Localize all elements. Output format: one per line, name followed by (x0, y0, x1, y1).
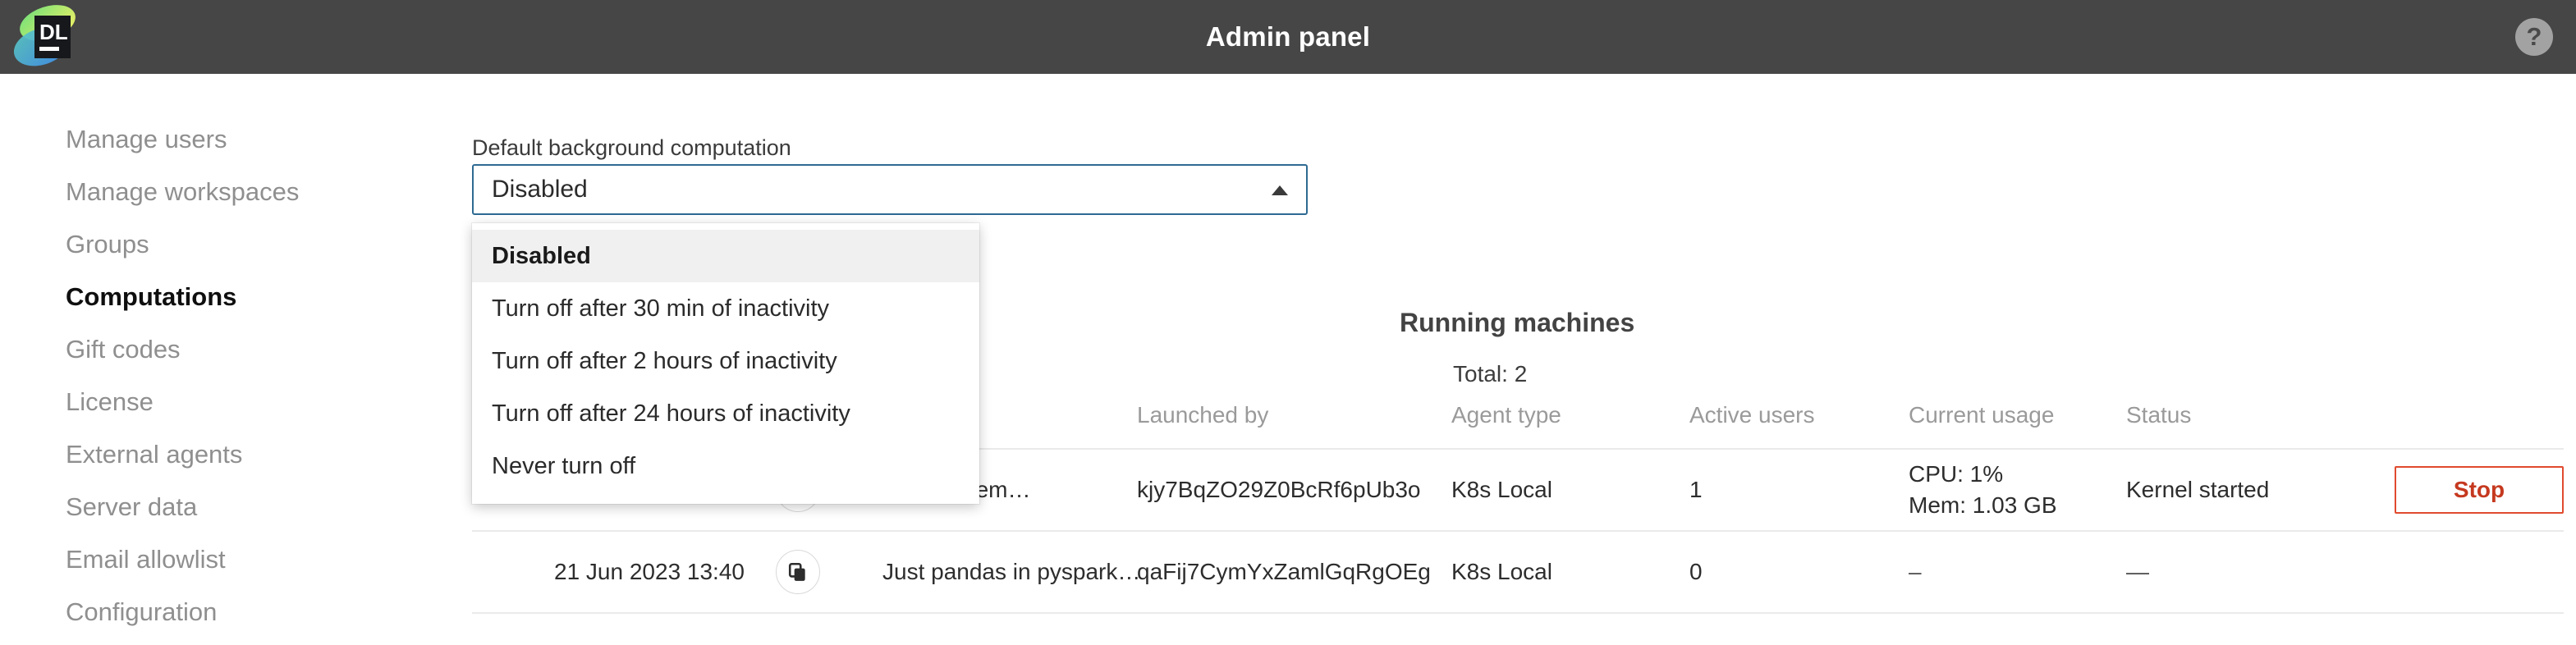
chevron-up-icon (1272, 185, 1288, 195)
cell-launched-by: qaFij7CymYxZamlGqRgOEg (1137, 559, 1431, 585)
cell-status: — (2126, 559, 2149, 585)
column-header-status: Status (2126, 402, 2191, 428)
sidebar-item-external-agents[interactable]: External agents (0, 428, 468, 481)
cell-launched-by: kjy7BqZO29Z0BcRf6pUb3o (1137, 477, 1421, 503)
column-header-launched-by: Launched by (1137, 402, 1268, 428)
default-background-computation-dropdown: Disabled Turn off after 30 min of inacti… (472, 223, 979, 504)
stop-button[interactable]: Stop (2395, 466, 2564, 514)
help-icon[interactable]: ? (2515, 18, 2553, 56)
sidebar-item-gift-codes[interactable]: Gift codes (0, 323, 468, 376)
cell-active-users: 0 (1689, 559, 1703, 585)
cell-agent-type: K8s Local (1451, 477, 1552, 503)
sidebar-item-manage-workspaces[interactable]: Manage workspaces (0, 166, 468, 218)
app-header: DL Admin panel ? (0, 0, 2576, 74)
cell-agent-type: K8s Local (1451, 559, 1552, 585)
cell-usage-cpu: CPU: 1% (1909, 459, 2057, 490)
column-header-current-usage: Current usage (1909, 402, 2054, 428)
running-machines-total: Total: 2 (1453, 361, 1527, 387)
cell-active-users: 1 (1689, 477, 1703, 503)
column-header-agent-type: Agent type (1451, 402, 1561, 428)
cell-current-usage: CPU: 1% Mem: 1.03 GB (1909, 459, 2057, 521)
sidebar-item-license[interactable]: License (0, 376, 468, 428)
cell-usage-mem: Mem: 1.03 GB (1909, 490, 2057, 521)
sidebar-item-manage-users[interactable]: Manage users (0, 113, 468, 166)
sidebar-item-computations[interactable]: Computations (0, 271, 468, 323)
sidebar-item-email-allowlist[interactable]: Email allowlist (0, 533, 468, 586)
sidebar-item-configuration[interactable]: Configuration (0, 586, 468, 638)
sidebar-item-server-data[interactable]: Server data (0, 481, 468, 533)
sidebar-item-groups[interactable]: Groups (0, 218, 468, 271)
cell-status: Kernel started (2126, 477, 2269, 503)
table-row: 21 Jun 2023 13:40 Just pandas in pyspark… (472, 530, 2564, 614)
sidebar: Manage users Manage workspaces Groups Co… (0, 74, 468, 645)
cell-launch-date: 21 Jun 2023 13:40 (554, 559, 745, 585)
cell-current-usage: – (1909, 559, 1922, 585)
cell-notebook-name[interactable]: Just pandas in pyspark… (882, 559, 1140, 585)
running-machines-title: Running machines (1400, 308, 1634, 338)
column-header-active-users: Active users (1689, 402, 1815, 428)
default-background-computation-select[interactable]: Disabled (472, 164, 1308, 215)
page-title: Admin panel (0, 0, 2576, 74)
default-background-computation-label: Default background computation (472, 135, 791, 161)
select-selected-value: Disabled (492, 166, 588, 213)
main-content: Default background computation Disabled … (468, 74, 2576, 645)
dropdown-option-never[interactable]: Never turn off (472, 440, 979, 492)
dropdown-option-24-hours[interactable]: Turn off after 24 hours of inactivity (472, 387, 979, 440)
dropdown-option-2-hours[interactable]: Turn off after 2 hours of inactivity (472, 335, 979, 387)
dropdown-option-30-min[interactable]: Turn off after 30 min of inactivity (472, 282, 979, 335)
copy-icon-button[interactable] (776, 550, 820, 594)
dropdown-option-disabled[interactable]: Disabled (472, 230, 979, 282)
